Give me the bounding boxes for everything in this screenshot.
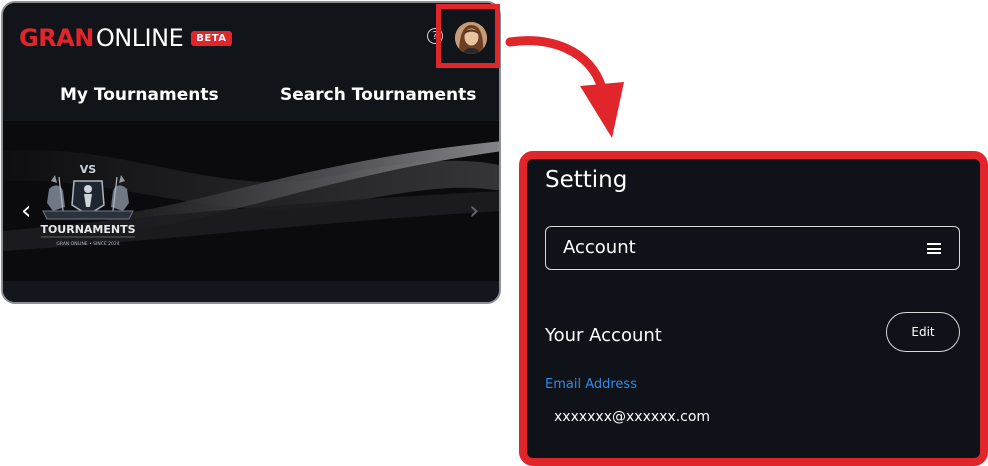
gran-online-logo[interactable]: GRAN ONLINE BETA — [19, 23, 232, 53]
account-select-label: Account — [563, 237, 636, 258]
red-arrow-icon — [505, 36, 624, 138]
tab-my-tournaments[interactable]: My Tournaments — [60, 85, 219, 105]
tournament-tabs: My Tournaments Search Tournaments — [3, 67, 499, 123]
banner-footer — [3, 281, 499, 302]
logo-gran-text: GRAN — [19, 24, 94, 52]
edit-button[interactable]: Edit — [886, 312, 960, 352]
tournaments-logo-title: TOURNAMENTS — [40, 223, 135, 236]
tab-search-tournaments[interactable]: Search Tournaments — [280, 85, 476, 105]
settings-panel: Setting Account Your Account Edit Email … — [519, 151, 988, 466]
settings-title: Setting — [545, 167, 628, 193]
email-address-label: Email Address — [545, 377, 637, 392]
app-screenshot: GRAN ONLINE BETA ? My Tournaments Search… — [1, 1, 501, 304]
vs-tournaments-logo: VS TOURNAMENTS GRAN ONLINE • SINCE 2024 — [40, 163, 135, 247]
carousel-next-icon[interactable]: › — [469, 196, 491, 226]
logo-online-text: ONLINE — [95, 24, 184, 52]
account-section-select[interactable]: Account — [545, 226, 960, 270]
tournament-banner: ‹ › VS TOURNAMENTS GRAN ONLINE • SINCE 2… — [3, 121, 499, 281]
vs-label: VS — [80, 163, 97, 176]
avatar-highlight-box — [436, 4, 500, 68]
your-account-heading: Your Account — [545, 325, 662, 346]
app-header: GRAN ONLINE BETA ? — [3, 3, 499, 67]
beta-badge: BETA — [191, 30, 232, 46]
hamburger-menu-icon[interactable] — [927, 243, 941, 254]
tournaments-logo-subtitle: GRAN ONLINE • SINCE 2024 — [56, 241, 119, 247]
email-address-value: xxxxxxx@xxxxxx.com — [554, 409, 711, 425]
